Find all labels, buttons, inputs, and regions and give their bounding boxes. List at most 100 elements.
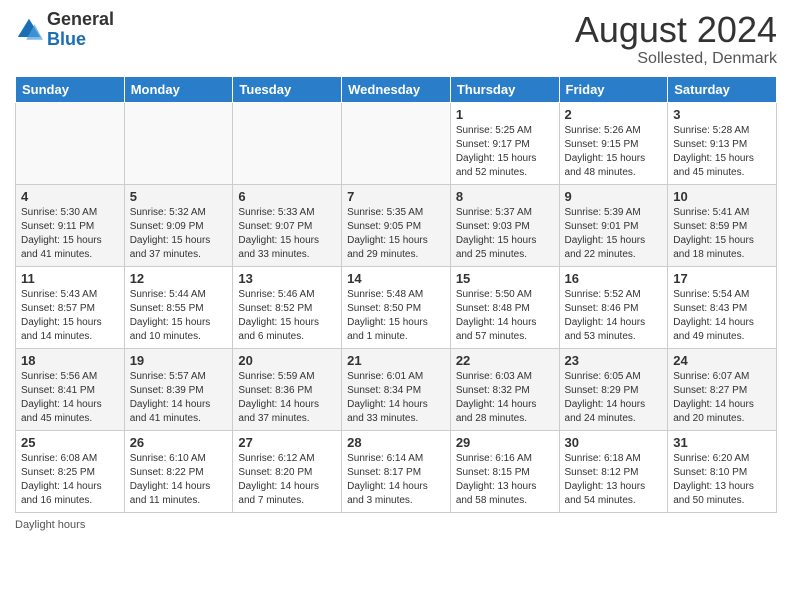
- day-info: Sunrise: 6:16 AM Sunset: 8:15 PM Dayligh…: [456, 452, 554, 508]
- col-tuesday: Tuesday: [233, 76, 342, 102]
- calendar-cell: 30 Sunrise: 6:18 AM Sunset: 8:12 PM Dayli…: [559, 430, 668, 512]
- day-number: 1: [456, 107, 554, 122]
- day-number: 26: [130, 435, 228, 450]
- day-info: Sunrise: 5:50 AM Sunset: 8:48 PM Dayligh…: [456, 288, 554, 344]
- header: General Blue August 2024 Sollested, Denm…: [15, 10, 777, 68]
- day-number: 30: [565, 435, 663, 450]
- day-info: Sunrise: 6:20 AM Sunset: 8:10 PM Dayligh…: [673, 452, 771, 508]
- day-info: Sunrise: 6:14 AM Sunset: 8:17 PM Dayligh…: [347, 452, 445, 508]
- calendar-cell: 19 Sunrise: 5:57 AM Sunset: 8:39 PM Dayli…: [124, 348, 233, 430]
- day-number: 10: [673, 189, 771, 204]
- calendar-cell: 10Sunrise: 5:41 AM Sunset: 8:59 PM Dayli…: [668, 184, 777, 266]
- day-info: Sunrise: 5:33 AM Sunset: 9:07 PM Dayligh…: [238, 206, 336, 262]
- calendar-header-row: Sunday Monday Tuesday Wednesday Thursday…: [16, 76, 777, 102]
- calendar-cell: 1 Sunrise: 5:25 AM Sunset: 9:17 PM Daylig…: [450, 102, 559, 184]
- calendar-cell: 25Sunrise: 6:08 AM Sunset: 8:25 PM Dayli…: [16, 430, 125, 512]
- col-saturday: Saturday: [668, 76, 777, 102]
- calendar-cell: 28 Sunrise: 6:14 AM Sunset: 8:17 PM Dayli…: [342, 430, 451, 512]
- day-info: Sunrise: 6:05 AM Sunset: 8:29 PM Dayligh…: [565, 370, 663, 426]
- calendar-cell: [16, 102, 125, 184]
- col-thursday: Thursday: [450, 76, 559, 102]
- day-info: Sunrise: 5:28 AM Sunset: 9:13 PM Dayligh…: [673, 124, 771, 180]
- logo-icon: [15, 16, 43, 44]
- calendar-cell: 24 Sunrise: 6:07 AM Sunset: 8:27 PM Dayli…: [668, 348, 777, 430]
- calendar-cell: 22Sunrise: 6:03 AM Sunset: 8:32 PM Dayli…: [450, 348, 559, 430]
- calendar-cell: [342, 102, 451, 184]
- day-info: Sunrise: 6:07 AM Sunset: 8:27 PM Dayligh…: [673, 370, 771, 426]
- day-number: 29: [456, 435, 554, 450]
- calendar: Sunday Monday Tuesday Wednesday Thursday…: [15, 76, 777, 513]
- day-number: 9: [565, 189, 663, 204]
- day-number: 14: [347, 271, 445, 286]
- calendar-cell: 15 Sunrise: 5:50 AM Sunset: 8:48 PM Dayli…: [450, 266, 559, 348]
- day-info: Sunrise: 5:30 AM Sunset: 9:11 PM Dayligh…: [21, 206, 119, 262]
- day-number: 28: [347, 435, 445, 450]
- calendar-cell: 17 Sunrise: 5:54 AM Sunset: 8:43 PM Dayli…: [668, 266, 777, 348]
- calendar-cell: 14 Sunrise: 5:48 AM Sunset: 8:50 PM Dayli…: [342, 266, 451, 348]
- day-info: Sunrise: 5:52 AM Sunset: 8:46 PM Dayligh…: [565, 288, 663, 344]
- calendar-week-2: 4Sunrise: 5:30 AM Sunset: 9:11 PM Daylig…: [16, 184, 777, 266]
- day-number: 21: [347, 353, 445, 368]
- day-number: 12: [130, 271, 228, 286]
- day-number: 18: [21, 353, 119, 368]
- day-info: Sunrise: 5:48 AM Sunset: 8:50 PM Dayligh…: [347, 288, 445, 344]
- day-number: 20: [238, 353, 336, 368]
- calendar-week-5: 25Sunrise: 6:08 AM Sunset: 8:25 PM Dayli…: [16, 430, 777, 512]
- day-number: 13: [238, 271, 336, 286]
- calendar-cell: 4Sunrise: 5:30 AM Sunset: 9:11 PM Daylig…: [16, 184, 125, 266]
- calendar-cell: 7 Sunrise: 5:35 AM Sunset: 9:05 PM Daylig…: [342, 184, 451, 266]
- day-info: Sunrise: 5:57 AM Sunset: 8:39 PM Dayligh…: [130, 370, 228, 426]
- calendar-cell: 13Sunrise: 5:46 AM Sunset: 8:52 PM Dayli…: [233, 266, 342, 348]
- day-number: 15: [456, 271, 554, 286]
- calendar-cell: 2 Sunrise: 5:26 AM Sunset: 9:15 PM Daylig…: [559, 102, 668, 184]
- day-number: 25: [21, 435, 119, 450]
- day-number: 7: [347, 189, 445, 204]
- day-info: Sunrise: 5:54 AM Sunset: 8:43 PM Dayligh…: [673, 288, 771, 344]
- logo-blue-text: Blue: [47, 29, 86, 49]
- col-sunday: Sunday: [16, 76, 125, 102]
- calendar-cell: 16 Sunrise: 5:52 AM Sunset: 8:46 PM Dayli…: [559, 266, 668, 348]
- col-monday: Monday: [124, 76, 233, 102]
- day-number: 16: [565, 271, 663, 286]
- calendar-cell: 29 Sunrise: 6:16 AM Sunset: 8:15 PM Dayli…: [450, 430, 559, 512]
- day-number: 11: [21, 271, 119, 286]
- day-info: Sunrise: 5:39 AM Sunset: 9:01 PM Dayligh…: [565, 206, 663, 262]
- calendar-cell: 21 Sunrise: 6:01 AM Sunset: 8:34 PM Dayli…: [342, 348, 451, 430]
- col-wednesday: Wednesday: [342, 76, 451, 102]
- day-number: 22: [456, 353, 554, 368]
- calendar-cell: 12Sunrise: 5:44 AM Sunset: 8:55 PM Dayli…: [124, 266, 233, 348]
- day-number: 17: [673, 271, 771, 286]
- calendar-cell: 9 Sunrise: 5:39 AM Sunset: 9:01 PM Daylig…: [559, 184, 668, 266]
- day-number: 19: [130, 353, 228, 368]
- day-number: 8: [456, 189, 554, 204]
- day-number: 3: [673, 107, 771, 122]
- day-info: Sunrise: 5:37 AM Sunset: 9:03 PM Dayligh…: [456, 206, 554, 262]
- calendar-cell: [124, 102, 233, 184]
- logo: General Blue: [15, 10, 114, 50]
- day-info: Sunrise: 5:56 AM Sunset: 8:41 PM Dayligh…: [21, 370, 119, 426]
- calendar-cell: 3 Sunrise: 5:28 AM Sunset: 9:13 PM Daylig…: [668, 102, 777, 184]
- day-number: 2: [565, 107, 663, 122]
- day-info: Sunrise: 6:18 AM Sunset: 8:12 PM Dayligh…: [565, 452, 663, 508]
- day-info: Sunrise: 5:25 AM Sunset: 9:17 PM Dayligh…: [456, 124, 554, 180]
- calendar-cell: [233, 102, 342, 184]
- day-number: 31: [673, 435, 771, 450]
- col-friday: Friday: [559, 76, 668, 102]
- calendar-week-4: 18 Sunrise: 5:56 AM Sunset: 8:41 PM Dayli…: [16, 348, 777, 430]
- day-info: Sunrise: 5:32 AM Sunset: 9:09 PM Dayligh…: [130, 206, 228, 262]
- day-number: 27: [238, 435, 336, 450]
- calendar-cell: 20Sunrise: 5:59 AM Sunset: 8:36 PM Dayli…: [233, 348, 342, 430]
- day-info: Sunrise: 6:10 AM Sunset: 8:22 PM Dayligh…: [130, 452, 228, 508]
- day-info: Sunrise: 6:01 AM Sunset: 8:34 PM Dayligh…: [347, 370, 445, 426]
- logo-general-text: General: [47, 9, 114, 29]
- location: Sollested, Denmark: [575, 50, 777, 68]
- day-info: Sunrise: 6:12 AM Sunset: 8:20 PM Dayligh…: [238, 452, 336, 508]
- day-info: Sunrise: 5:43 AM Sunset: 8:57 PM Dayligh…: [21, 288, 119, 344]
- title-block: August 2024 Sollested, Denmark: [575, 10, 777, 68]
- calendar-cell: 5Sunrise: 5:32 AM Sunset: 9:09 PM Daylig…: [124, 184, 233, 266]
- day-number: 6: [238, 189, 336, 204]
- day-number: 24: [673, 353, 771, 368]
- day-info: Sunrise: 5:26 AM Sunset: 9:15 PM Dayligh…: [565, 124, 663, 180]
- page: General Blue August 2024 Sollested, Denm…: [0, 0, 792, 612]
- day-info: Sunrise: 5:35 AM Sunset: 9:05 PM Dayligh…: [347, 206, 445, 262]
